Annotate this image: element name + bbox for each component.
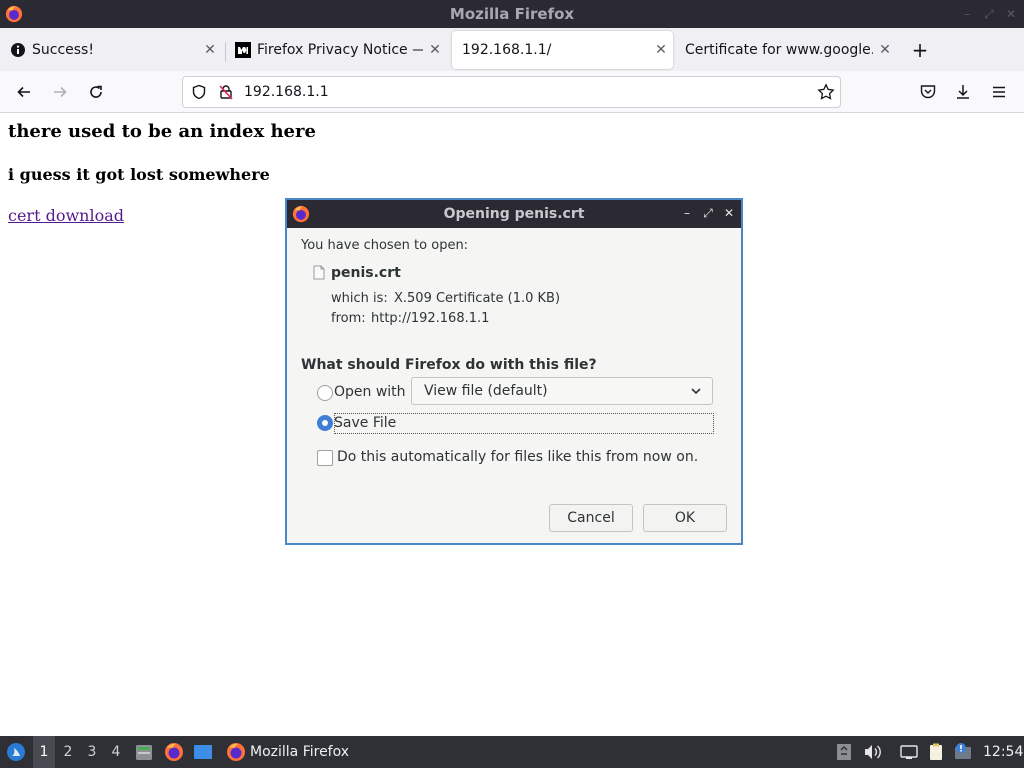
save-file-label[interactable]: Save File [334, 415, 396, 431]
taskbar-app-firefox[interactable]: Mozilla Firefox [224, 736, 349, 768]
window-title: Mozilla Firefox [449, 5, 575, 23]
update-notifier-icon[interactable] [953, 742, 973, 762]
tab-label: 192.168.1.1/ [462, 42, 552, 58]
tab-close-icon[interactable]: ✕ [873, 42, 897, 58]
open-with-select-value: View file (default) [424, 383, 548, 399]
downloads-icon[interactable] [951, 80, 975, 104]
tab-strip: Success! ✕ Firefox Privacy Notice — ‖ ✕ … [0, 28, 1024, 71]
mozilla-m-icon [235, 42, 251, 58]
firefox-icon[interactable] [164, 742, 184, 762]
file-source-value: http://192.168.1.1 [371, 311, 490, 326]
page-heading: there used to be an index here [8, 121, 316, 142]
minimize-icon[interactable]: – [960, 7, 974, 21]
close-icon[interactable]: ✕ [722, 206, 736, 220]
workspace-2[interactable]: 2 [57, 736, 79, 768]
cert-download-link[interactable]: cert download [8, 206, 124, 225]
page-subheading: i guess it got lost somewhere [8, 165, 270, 184]
desktop-icon[interactable] [193, 742, 213, 762]
firefox-icon [227, 743, 245, 761]
tab-close-icon[interactable]: ✕ [649, 42, 673, 58]
url-text[interactable]: 192.168.1.1 [244, 77, 329, 107]
open-with-select[interactable]: View file (default) [411, 377, 713, 405]
menu-icon[interactable] [987, 80, 1011, 104]
clipboard-icon[interactable] [926, 742, 946, 762]
ok-button[interactable]: OK [643, 504, 727, 532]
file-source-label: from: [331, 311, 366, 326]
url-bar[interactable]: 192.168.1.1 [182, 76, 841, 108]
tab-label: Firefox Privacy Notice — ‖ [257, 42, 423, 58]
network-icon[interactable] [899, 742, 919, 762]
maximize-icon[interactable]: ⤢ [701, 206, 715, 220]
shield-icon[interactable] [190, 83, 208, 101]
info-icon [10, 42, 26, 58]
new-tab-icon[interactable]: + [909, 39, 931, 61]
tab-router[interactable]: 192.168.1.1/ ✕ [452, 31, 673, 69]
file-manager-icon[interactable] [134, 742, 154, 762]
pocket-icon[interactable] [916, 80, 940, 104]
bookmark-star-icon[interactable] [817, 83, 835, 101]
file-icon [313, 265, 325, 280]
maximize-icon[interactable]: ⤢ [982, 7, 996, 21]
taskbar: 1 2 3 4 Mozilla Firefox 12:54 [0, 736, 1024, 768]
auto-checkbox-label[interactable]: Do this automatically for files like thi… [337, 449, 698, 465]
forward-icon[interactable] [48, 80, 72, 104]
clock: 12:54 [983, 744, 1024, 760]
tab-close-icon[interactable]: ✕ [423, 42, 447, 58]
volume-icon[interactable] [862, 742, 882, 762]
window-titlebar: Mozilla Firefox – ⤢ ✕ [0, 0, 1024, 28]
tab-certificate[interactable]: Certificate for www.google.c ✕ [675, 31, 897, 69]
taskbar-app-label: Mozilla Firefox [250, 744, 350, 760]
dialog-question: What should Firefox do with this file? [301, 357, 597, 373]
workspace-4[interactable]: 4 [105, 736, 127, 768]
workspace-1[interactable]: 1 [33, 736, 55, 768]
keyboard-layout-icon[interactable] [834, 742, 854, 762]
minimize-icon[interactable]: – [680, 206, 694, 220]
close-icon[interactable]: ✕ [1004, 7, 1018, 21]
workspace-3[interactable]: 3 [81, 736, 103, 768]
tab-close-icon[interactable]: ✕ [198, 42, 222, 58]
auto-checkbox[interactable] [317, 450, 333, 466]
insecure-lock-icon[interactable] [217, 83, 235, 101]
open-with-radio[interactable] [317, 385, 333, 401]
cancel-button[interactable]: Cancel [549, 504, 633, 532]
save-file-radio[interactable] [317, 415, 333, 431]
file-type-label: which is: [331, 291, 388, 306]
navigation-bar: 192.168.1.1 [0, 71, 1024, 113]
reload-icon[interactable] [84, 80, 108, 104]
file-name: penis.crt [331, 265, 401, 281]
tab-privacy-notice[interactable]: Firefox Privacy Notice — ‖ ✕ [225, 31, 447, 69]
tab-label: Success! [32, 42, 94, 58]
dialog-intro: You have chosen to open: [301, 238, 469, 253]
chevron-down-icon [691, 388, 701, 395]
tab-success[interactable]: Success! ✕ [0, 31, 222, 69]
start-menu-icon[interactable] [6, 742, 26, 762]
back-icon[interactable] [12, 80, 36, 104]
dialog-titlebar: Opening penis.crt – ⤢ ✕ [287, 200, 741, 228]
dialog-title: Opening penis.crt [443, 206, 585, 222]
download-dialog: Opening penis.crt – ⤢ ✕ You have chosen … [285, 198, 743, 545]
file-type-value: X.509 Certificate (1.0 KB) [394, 291, 561, 306]
open-with-label[interactable]: Open with [334, 384, 406, 400]
tab-label: Certificate for www.google.c [685, 42, 873, 58]
